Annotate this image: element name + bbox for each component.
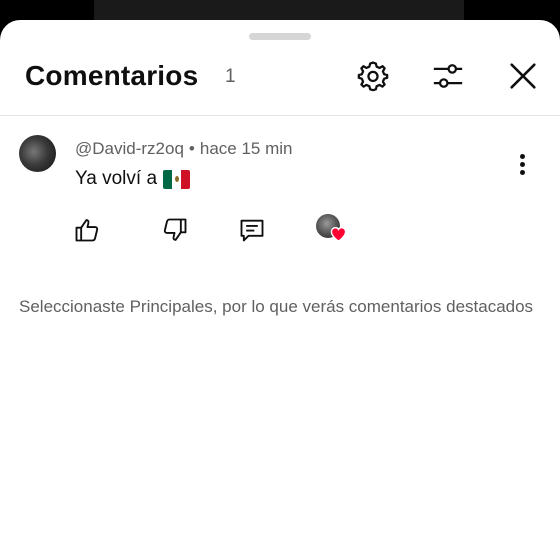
comment-icon — [240, 219, 264, 242]
close-icon — [510, 63, 536, 89]
video-frame — [94, 0, 464, 22]
sort-notice: Seleccionaste Principales, por lo que ve… — [19, 297, 534, 316]
comment-text-row: Ya volví a — [75, 168, 191, 190]
meta-separator: • — [188, 139, 195, 158]
comment-meta: @David-rz2oq • hace 15 min — [75, 139, 292, 159]
comment-actions — [0, 214, 560, 255]
gear-icon — [357, 61, 389, 92]
creator-heart — [316, 214, 347, 244]
comment-author[interactable]: @David-rz2oq — [75, 139, 184, 158]
reply-button[interactable] — [237, 215, 267, 245]
thumb-up-icon — [75, 219, 99, 242]
settings-button[interactable] — [355, 58, 391, 94]
close-button[interactable] — [505, 58, 541, 94]
more-vert-icon — [519, 153, 525, 159]
heart-icon — [330, 226, 347, 242]
comment-count: 1 — [225, 66, 236, 87]
comments-header: Comentarios 1 — [0, 52, 560, 102]
comment-text: Ya volví a — [75, 168, 158, 189]
more-options-button[interactable] — [510, 152, 534, 176]
avatar[interactable] — [19, 135, 56, 172]
comment-item: @David-rz2oq • hace 15 min Ya volví a — [0, 130, 560, 250]
dislike-button[interactable] — [160, 215, 190, 245]
page-title: Comentarios — [25, 60, 199, 91]
comments-sheet: Comentarios 1 @David-rz2oq • hace 15 min… — [0, 20, 560, 560]
thumb-down-icon — [163, 218, 187, 241]
like-button[interactable] — [72, 215, 102, 245]
mexico-flag-emoji — [163, 169, 191, 189]
comment-time: hace 15 min — [199, 139, 293, 158]
header-divider — [0, 115, 560, 116]
filter-button[interactable] — [430, 58, 466, 94]
drag-handle[interactable] — [249, 33, 311, 40]
sliders-icon — [433, 64, 463, 88]
